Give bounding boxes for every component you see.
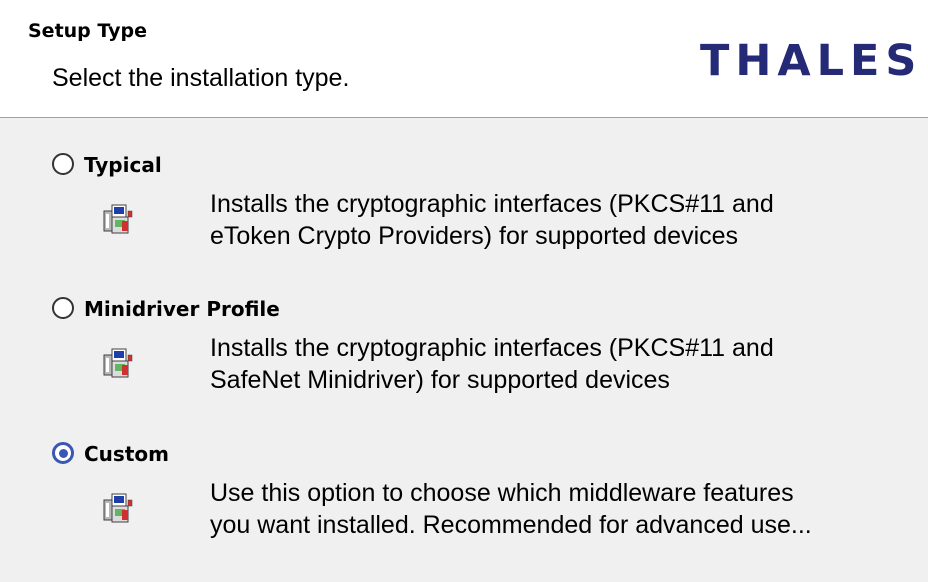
option-custom: Custom Use this option to choose which m… [0,439,928,569]
option-description-line: you want installed. Recommended for adva… [210,511,812,539]
option-description-minidriver-profile: Installs the cryptographic interfaces (P… [210,332,910,396]
radio-minidriver-profile[interactable] [52,297,74,319]
thales-logo: THALES [700,36,923,86]
page-subtitle: Select the installation type. [52,64,350,92]
option-description-line: Installs the cryptographic interfaces (P… [210,334,774,362]
option-description-line: SafeNet Minidriver) for supported device… [210,366,670,394]
option-description-line: eToken Crypto Providers) for supported d… [210,222,739,250]
option-description-typical: Installs the cryptographic interfaces (P… [210,188,910,252]
installer-package-icon [103,348,133,378]
option-description-line: Installs the cryptographic interfaces (P… [210,190,774,218]
installer-package-icon [103,204,133,234]
page-title: Setup Type [28,20,147,42]
radio-custom[interactable] [52,442,74,464]
installer-package-icon [103,493,133,523]
option-label-custom[interactable]: Custom [84,442,169,466]
option-label-typical[interactable]: Typical [84,153,162,177]
option-typical: Typical Installs the cryptographic inter… [0,150,928,280]
header-banner: Setup Type Select the installation type.… [0,0,928,118]
option-minidriver-profile: Minidriver Profile Installs the cryptogr… [0,294,928,424]
option-label-minidriver-profile[interactable]: Minidriver Profile [84,297,280,321]
option-description-custom: Use this option to choose which middlewa… [210,477,910,541]
option-description-line: Use this option to choose which middlewa… [210,479,794,507]
radio-typical[interactable] [52,153,74,175]
